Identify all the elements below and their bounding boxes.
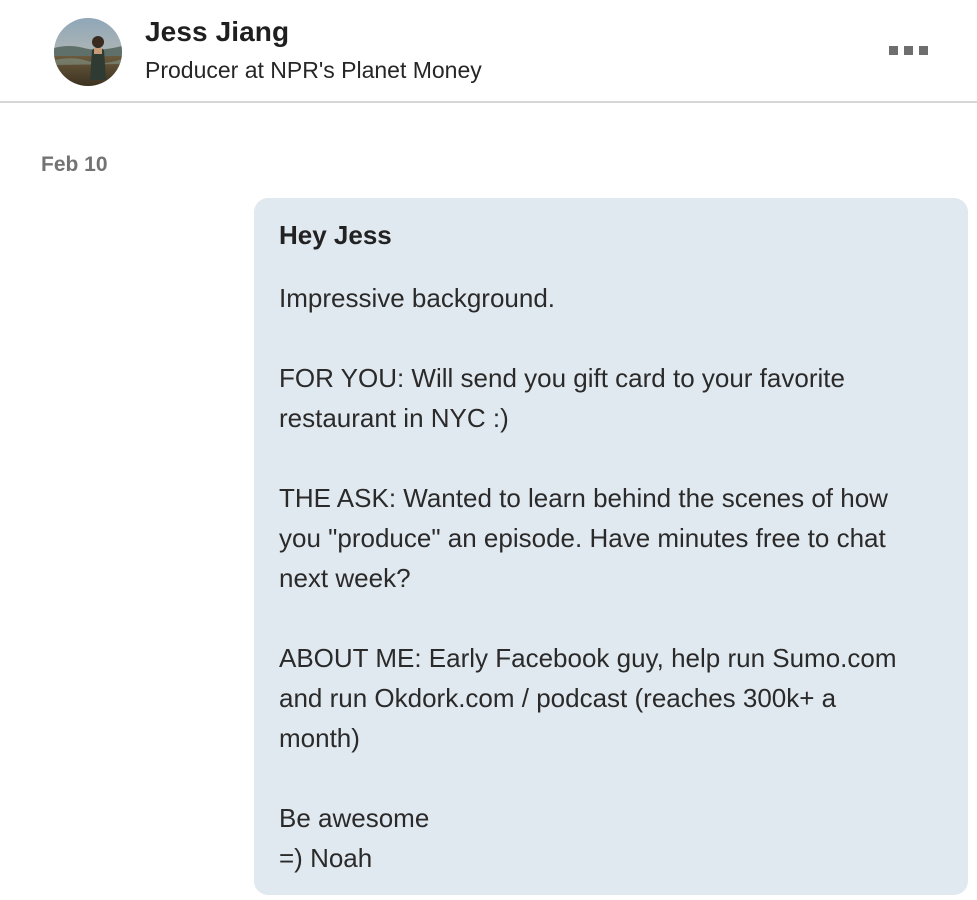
message-line: and run Okdork.com / podcast (reaches 30… (279, 683, 837, 713)
profile-photo-icon (54, 18, 122, 86)
message-greeting: Hey Jess (279, 220, 392, 250)
more-options-button[interactable] (878, 34, 938, 66)
message-line: ABOUT ME: Early Facebook guy, help run S… (279, 643, 897, 673)
message-line: THE ASK: Wanted to learn behind the scen… (279, 483, 888, 513)
contact-headline: Producer at NPR's Planet Money (145, 57, 482, 83)
message-line: FOR YOU: Will send you gift card to your… (279, 363, 845, 393)
message-line: restaurant in NYC :) (279, 403, 509, 433)
message-line: =) Noah (279, 843, 373, 873)
ellipsis-icon (918, 45, 928, 55)
message-line: Impressive background. (279, 283, 556, 313)
contact-name[interactable]: Jess Jiang (145, 16, 289, 48)
ellipsis-icon (903, 45, 913, 55)
message-bubble: Hey Jess Impressive background. FOR YOU: … (254, 198, 968, 895)
ellipsis-icon (888, 45, 898, 55)
message-date: Feb 10 (41, 153, 108, 176)
conversation-header: Jess Jiang Producer at NPR's Planet Mone… (0, 0, 977, 103)
message-line: next week? (279, 563, 411, 593)
avatar[interactable] (54, 18, 122, 86)
message-line: Be awesome (279, 803, 430, 833)
message-line: month) (279, 723, 360, 753)
message-line: you "produce" an episode. Have minutes f… (279, 523, 886, 553)
message-body: Impressive background. FOR YOU: Will send… (279, 278, 944, 878)
